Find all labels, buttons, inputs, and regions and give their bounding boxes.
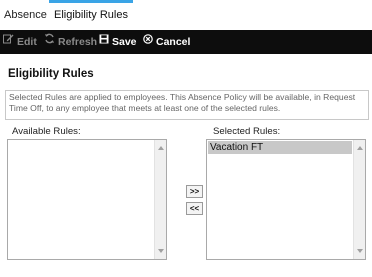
cancel-label: Cancel xyxy=(156,36,191,48)
remove-rule-button[interactable]: << xyxy=(186,202,203,215)
refresh-button[interactable]: Refresh xyxy=(44,30,97,54)
selected-rules-label: Selected Rules: xyxy=(213,126,281,137)
add-rule-button[interactable]: >> xyxy=(186,185,203,198)
section-title: Eligibility Rules xyxy=(8,68,94,80)
scroll-up-arrow-icon[interactable] xyxy=(357,146,363,150)
refresh-label: Refresh xyxy=(58,36,98,48)
cancel-button[interactable]: Cancel xyxy=(143,30,190,54)
tab-bar: Absence Eligibility Rules xyxy=(0,0,372,30)
save-label: Save xyxy=(112,36,137,48)
info-description: Selected Rules are applied to employees.… xyxy=(5,90,369,120)
cancel-icon xyxy=(143,29,153,53)
selected-list-scrollbar[interactable] xyxy=(353,140,365,259)
refresh-icon xyxy=(44,29,55,53)
toolbar: Edit Refresh Save Cancel xyxy=(0,30,372,54)
selected-rules-list[interactable]: Vacation FT xyxy=(206,139,366,260)
available-list-scrollbar[interactable] xyxy=(154,140,166,259)
save-button[interactable]: Save xyxy=(99,30,137,54)
edit-icon xyxy=(3,29,14,53)
scroll-down-arrow-icon[interactable] xyxy=(158,249,164,253)
tab-absence[interactable]: Absence xyxy=(4,0,47,30)
scroll-up-arrow-icon[interactable] xyxy=(158,146,164,150)
save-icon xyxy=(99,29,109,53)
available-rules-label: Available Rules: xyxy=(12,126,81,137)
list-item[interactable]: Vacation FT xyxy=(208,141,352,154)
tab-eligibility-rules[interactable]: Eligibility Rules xyxy=(49,0,133,30)
edit-label: Edit xyxy=(17,36,37,48)
edit-button[interactable]: Edit xyxy=(3,30,37,54)
scroll-down-arrow-icon[interactable] xyxy=(357,249,363,253)
available-rules-list[interactable] xyxy=(7,139,167,260)
